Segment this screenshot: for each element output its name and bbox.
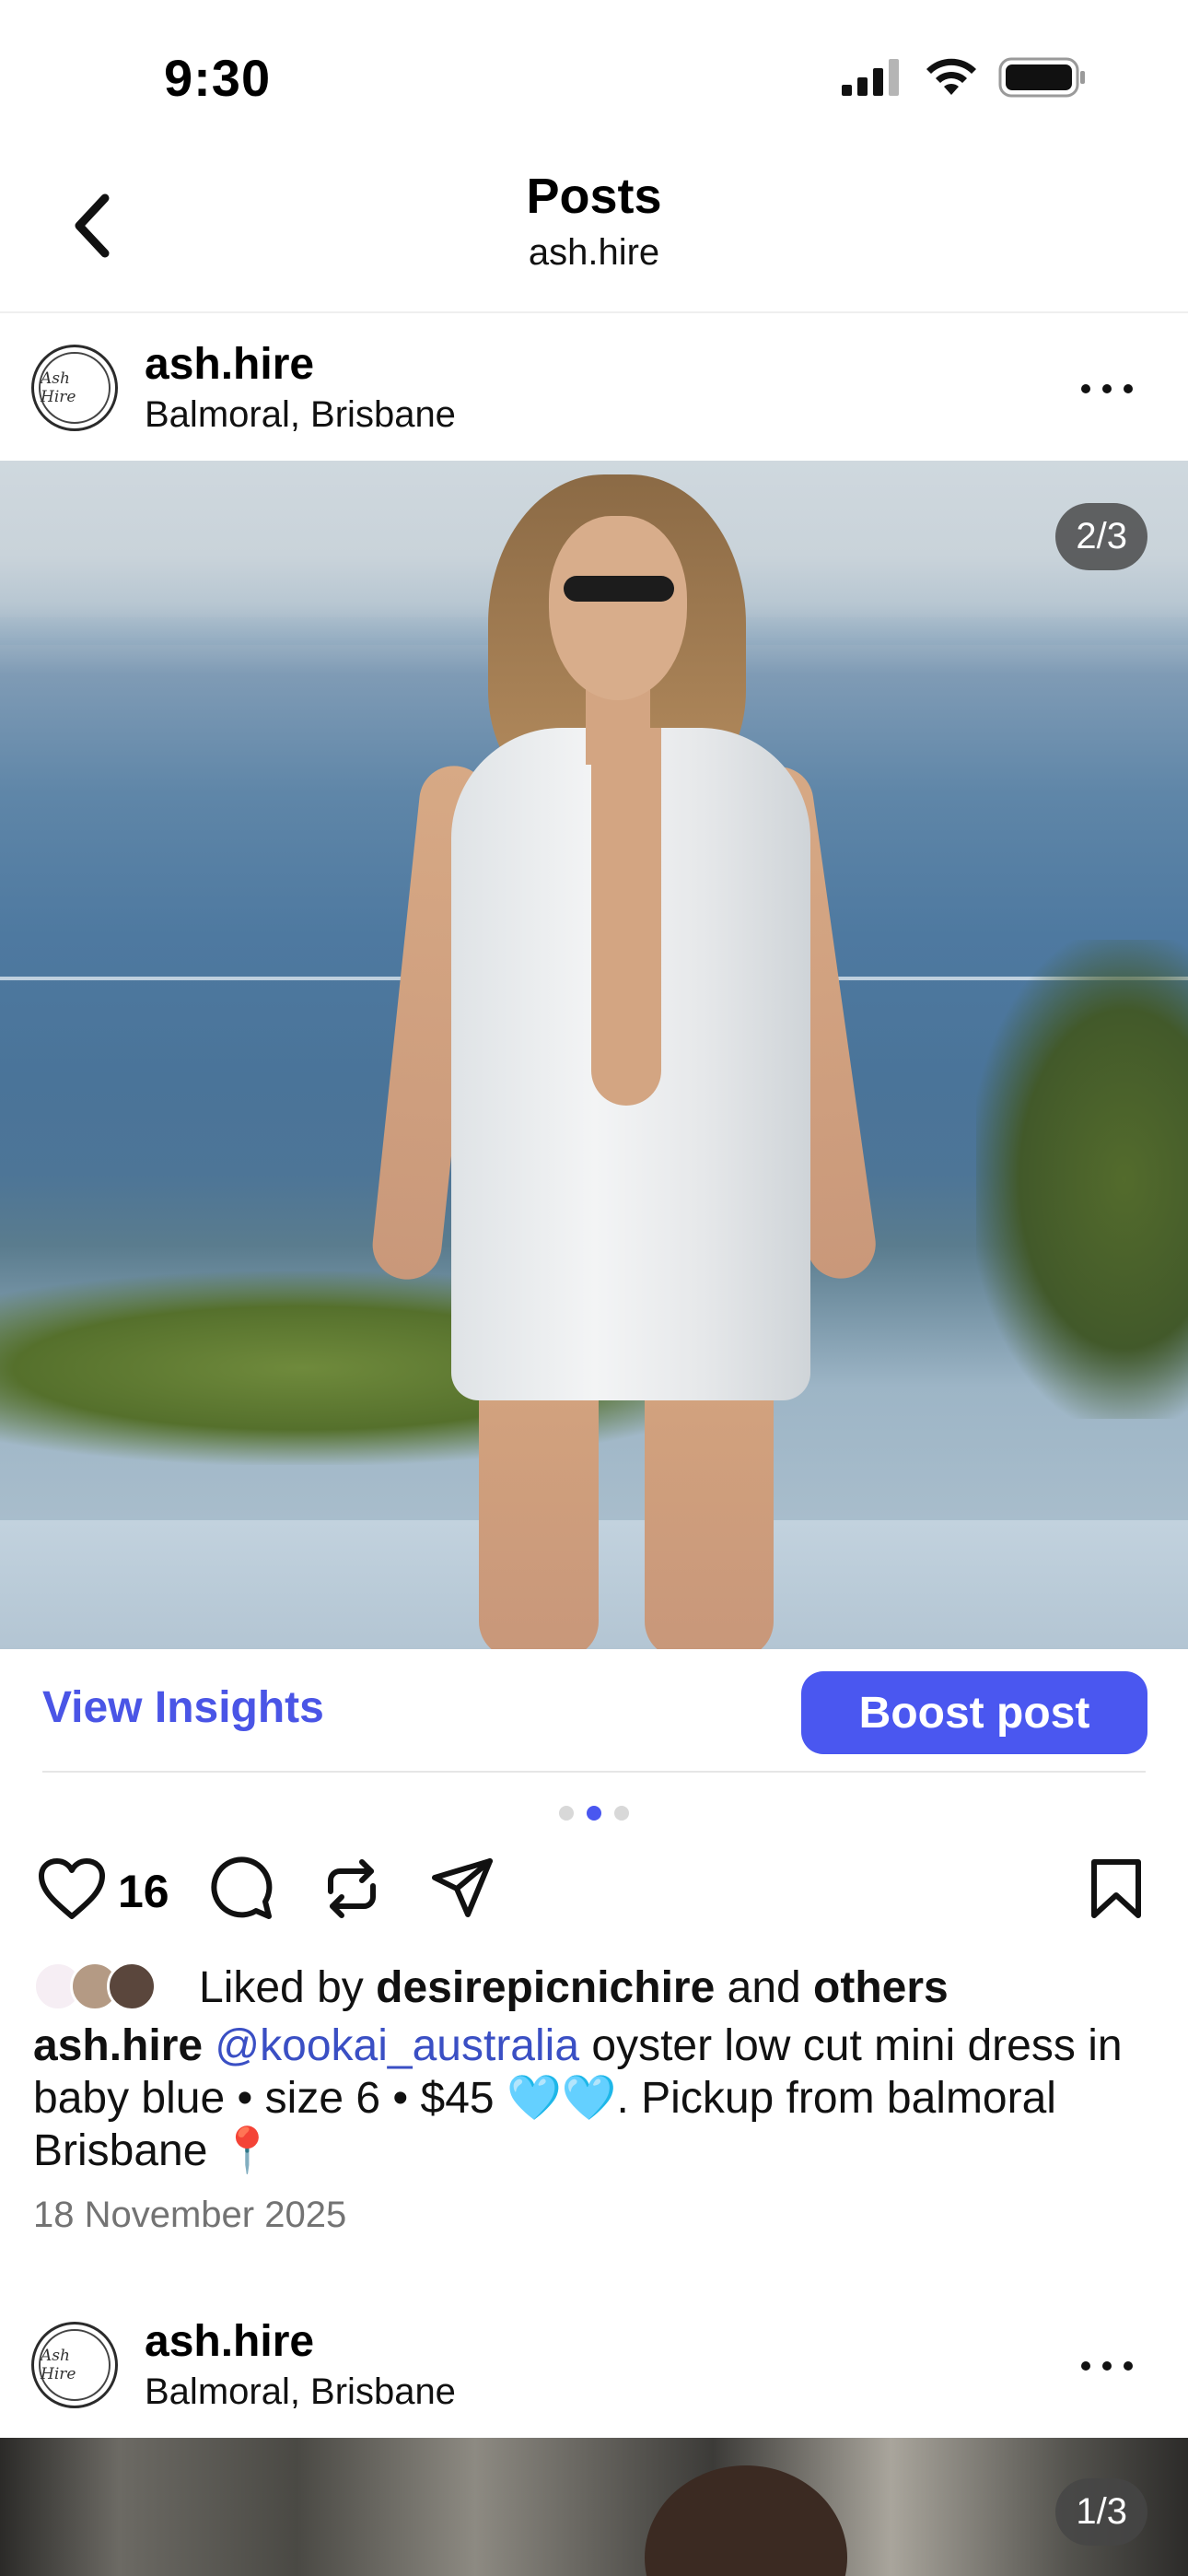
divider xyxy=(42,1771,1146,1773)
post-image[interactable]: 1/3 xyxy=(0,2438,1188,2576)
post-date: 18 November 2025 xyxy=(33,2195,347,2235)
more-dot-icon xyxy=(1102,384,1112,393)
repost-icon xyxy=(328,1859,376,1918)
like-count[interactable]: 16 xyxy=(118,1865,169,1918)
post-header: Ash Hire ash.hire Balmoral, Brisbane xyxy=(0,315,1188,463)
more-dot-icon xyxy=(1124,2361,1133,2371)
post-location[interactable]: Balmoral, Brisbane xyxy=(145,394,456,436)
share-button[interactable] xyxy=(425,1852,499,1926)
carousel-dot-active xyxy=(587,1806,601,1821)
bookmark-icon xyxy=(1091,1859,1141,1918)
more-dot-icon xyxy=(1124,384,1133,393)
liker-avatar xyxy=(107,1961,157,2011)
more-dot-icon xyxy=(1102,2361,1112,2371)
liked-by-user[interactable]: desirepicnichire xyxy=(376,1963,715,2012)
more-options-button[interactable] xyxy=(1070,2338,1144,2394)
post-actions: 16 xyxy=(0,1852,1188,1944)
post-username[interactable]: ash.hire xyxy=(145,2316,314,2367)
liked-by-others[interactable]: others xyxy=(813,1963,949,2012)
post-image[interactable]: 2/3 xyxy=(0,461,1188,1649)
nav-header: Posts ash.hire xyxy=(0,147,1188,313)
status-time: 9:30 xyxy=(164,49,272,107)
avatar-logo: Ash Hire xyxy=(39,2329,111,2401)
page-subtitle: ash.hire xyxy=(528,232,660,273)
carousel-counter: 2/3 xyxy=(1055,503,1147,570)
more-dot-icon xyxy=(1081,384,1090,393)
post-username[interactable]: ash.hire xyxy=(145,339,314,390)
avatar[interactable]: Ash Hire xyxy=(31,2322,118,2408)
boost-post-button[interactable]: Boost post xyxy=(801,1671,1147,1754)
save-button[interactable] xyxy=(1079,1852,1153,1926)
post-header: Ash Hire ash.hire Balmoral, Brisbane xyxy=(0,2294,1188,2441)
caption-username[interactable]: ash.hire xyxy=(33,2021,203,2070)
post-location[interactable]: Balmoral, Brisbane xyxy=(145,2371,456,2413)
insights-row: View Insights Boost post xyxy=(0,1649,1188,1774)
avatar[interactable]: Ash Hire xyxy=(31,345,118,431)
carousel-counter: 1/3 xyxy=(1055,2478,1147,2546)
comment-icon xyxy=(211,1856,273,1919)
carousel-dot xyxy=(559,1806,574,1821)
status-icons xyxy=(842,57,1087,98)
more-dot-icon xyxy=(1081,2361,1090,2371)
liker-avatars xyxy=(33,1961,162,2013)
liked-by-row[interactable]: Liked by desirepicnichire and others xyxy=(33,1958,949,2017)
send-icon xyxy=(432,1858,493,1917)
comment-button[interactable] xyxy=(204,1852,278,1926)
heart-icon xyxy=(39,1858,105,1919)
page-title: Posts xyxy=(526,169,662,224)
wifi-icon xyxy=(926,58,976,95)
status-bar: 9:30 xyxy=(0,0,1188,147)
battery-icon xyxy=(998,57,1085,98)
repost-button[interactable] xyxy=(315,1852,389,1926)
cellular-signal-icon xyxy=(842,59,899,96)
avatar-logo: Ash Hire xyxy=(39,352,111,424)
caption-mention[interactable]: @kookai_australia xyxy=(215,2021,579,2070)
post-caption: ash.hire @kookai_australia oyster low cu… xyxy=(33,2020,1157,2177)
carousel-indicator xyxy=(0,1806,1188,1821)
carousel-dot xyxy=(614,1806,629,1821)
more-options-button[interactable] xyxy=(1070,361,1144,416)
view-insights-link[interactable]: View Insights xyxy=(42,1682,324,1733)
liked-by-text: Liked by desirepicnichire and others xyxy=(199,1962,949,2012)
like-button[interactable] xyxy=(35,1852,109,1926)
